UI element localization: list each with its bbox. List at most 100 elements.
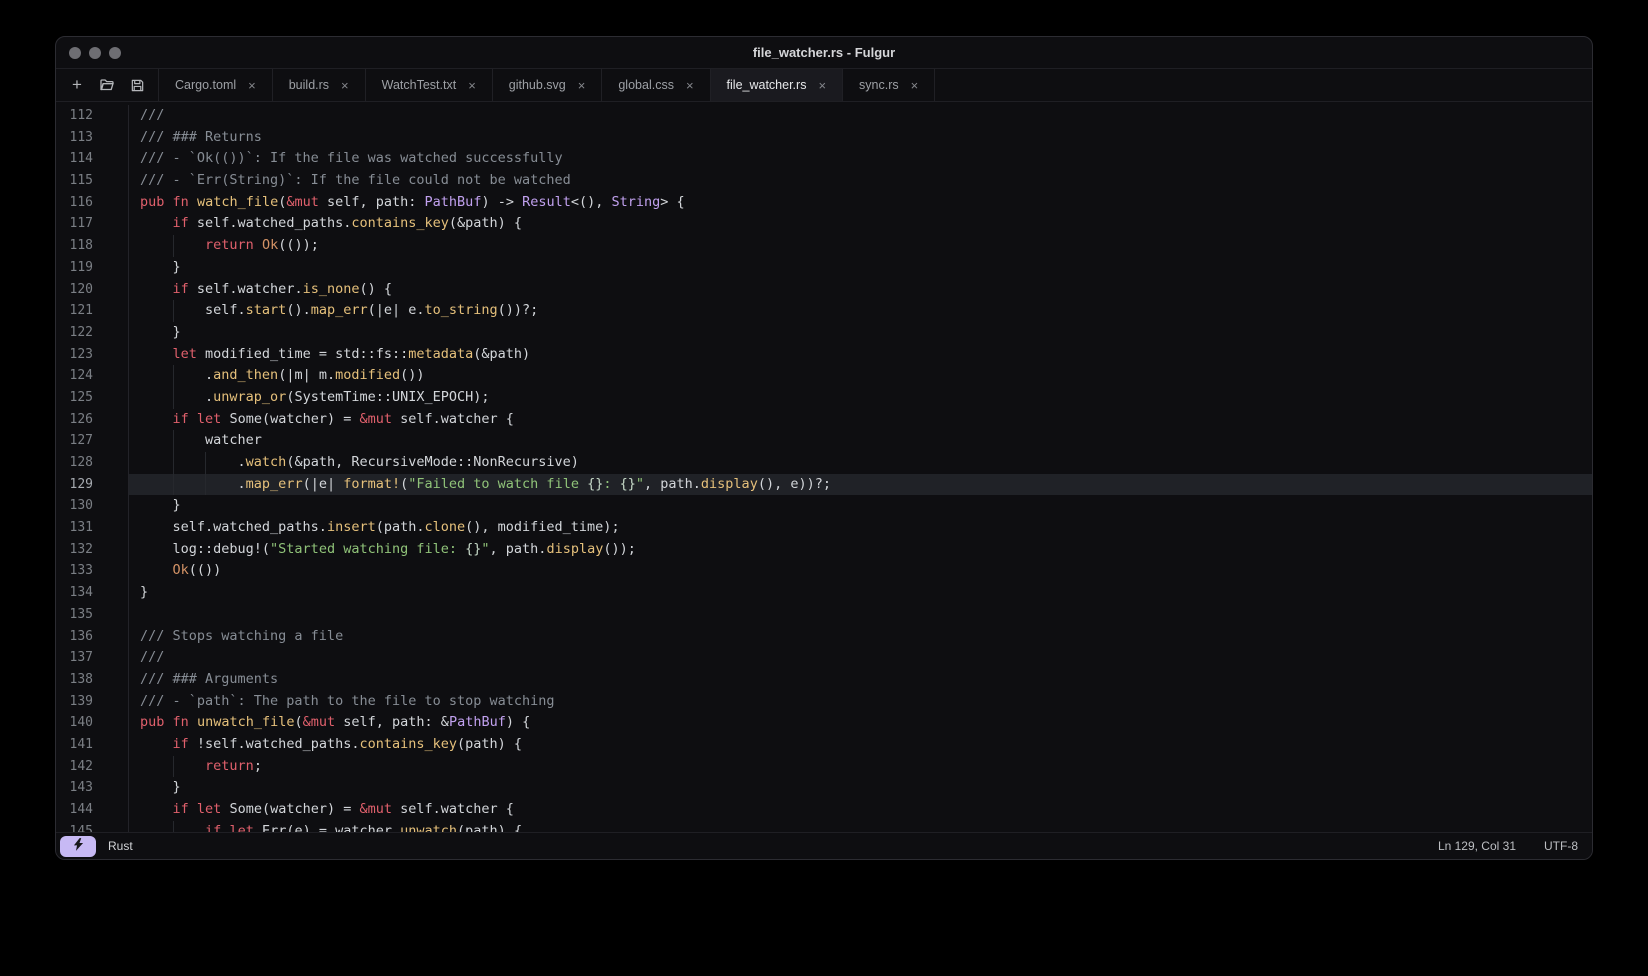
open-file-button[interactable] bbox=[92, 72, 122, 98]
code-text[interactable]: /// Stops watching a file bbox=[129, 626, 1592, 648]
line-number: 145 bbox=[56, 821, 129, 832]
code-line: 132 log::debug!("Started watching file: … bbox=[56, 539, 1592, 561]
tab-close-icon[interactable]: × bbox=[468, 79, 476, 92]
code-line: 127 watcher bbox=[56, 430, 1592, 452]
tab-global.css[interactable]: global.css × bbox=[601, 69, 709, 101]
code-text[interactable]: .map_err(|e| format!("Failed to watch fi… bbox=[129, 474, 1592, 496]
indent-guide bbox=[205, 452, 206, 474]
code-line: 131 self.watched_paths.insert(path.clone… bbox=[56, 517, 1592, 539]
line-number: 131 bbox=[56, 517, 129, 539]
indent-guide bbox=[173, 235, 174, 257]
line-number: 139 bbox=[56, 691, 129, 713]
tab-Cargo.toml[interactable]: Cargo.toml × bbox=[158, 69, 272, 101]
tab-sync.rs[interactable]: sync.rs × bbox=[842, 69, 935, 101]
line-number: 128 bbox=[56, 452, 129, 474]
line-number: 116 bbox=[56, 192, 129, 214]
tab-label: global.css bbox=[618, 78, 674, 92]
tab-WatchTest.txt[interactable]: WatchTest.txt× bbox=[365, 69, 492, 101]
tab-close-icon[interactable]: × bbox=[686, 79, 694, 92]
line-number: 127 bbox=[56, 430, 129, 452]
encoding-label: UTF-8 bbox=[1544, 839, 1578, 853]
indent-guide bbox=[173, 821, 174, 832]
code-text[interactable]: watcher bbox=[129, 430, 1592, 452]
indent-guide bbox=[173, 365, 174, 387]
code-text[interactable]: } bbox=[129, 257, 1592, 279]
save-icon bbox=[130, 78, 145, 93]
save-file-button[interactable] bbox=[122, 72, 152, 98]
code-text[interactable]: .unwrap_or(SystemTime::UNIX_EPOCH); bbox=[129, 387, 1592, 409]
code-line: 125 .unwrap_or(SystemTime::UNIX_EPOCH); bbox=[56, 387, 1592, 409]
tab-actions: + bbox=[56, 69, 158, 101]
code-text[interactable]: pub fn watch_file(&mut self, path: PathB… bbox=[129, 192, 1592, 214]
tab-label: sync.rs bbox=[859, 78, 899, 92]
code-text[interactable]: /// ### Arguments bbox=[129, 669, 1592, 691]
tab-build.rs[interactable]: build.rs× bbox=[272, 69, 365, 101]
tab-close-icon[interactable]: × bbox=[818, 79, 826, 92]
code-text[interactable]: .and_then(|m| m.modified()) bbox=[129, 365, 1592, 387]
code-line: 113/// ### Returns bbox=[56, 127, 1592, 149]
code-text[interactable]: self.watched_paths.insert(path.clone(), … bbox=[129, 517, 1592, 539]
tab-bar: + Cargo.tom bbox=[56, 69, 1592, 102]
indent-guide bbox=[173, 452, 174, 474]
code-line: 124 .and_then(|m| m.modified()) bbox=[56, 365, 1592, 387]
code-text[interactable]: /// - `Err(String)`: If the file could n… bbox=[129, 170, 1592, 192]
tab-github.svg[interactable]: github.svg × bbox=[492, 69, 602, 101]
code-text[interactable]: return; bbox=[129, 756, 1592, 778]
code-text[interactable]: if let Some(watcher) = &mut self.watcher… bbox=[129, 799, 1592, 821]
code-text[interactable]: if self.watcher.is_none() { bbox=[129, 279, 1592, 301]
code-text[interactable]: /// ### Returns bbox=[129, 127, 1592, 149]
code-line: 129 .map_err(|e| format!("Failed to watc… bbox=[56, 474, 1592, 496]
line-number: 118 bbox=[56, 235, 129, 257]
title-bar: file_watcher.rs - Fulgur bbox=[56, 37, 1592, 69]
code-text[interactable]: if let Err(e) = watcher.unwatch(path) { bbox=[129, 821, 1592, 832]
code-text[interactable]: } bbox=[129, 777, 1592, 799]
language-mode-button[interactable] bbox=[60, 836, 96, 857]
line-number: 133 bbox=[56, 560, 129, 582]
tab-close-icon[interactable]: × bbox=[578, 79, 586, 92]
tab-label: Cargo.toml bbox=[175, 78, 236, 92]
indent-guide bbox=[173, 756, 174, 778]
line-number: 129 bbox=[56, 474, 129, 496]
code-text[interactable]: Ok(()) bbox=[129, 560, 1592, 582]
line-number: 120 bbox=[56, 279, 129, 301]
code-text[interactable]: } bbox=[129, 495, 1592, 517]
code-editor[interactable]: 112///113/// ### Returns114/// - `Ok(())… bbox=[56, 102, 1592, 832]
new-tab-button[interactable]: + bbox=[62, 72, 92, 98]
code-text[interactable]: /// bbox=[129, 105, 1592, 127]
code-text[interactable]: pub fn unwatch_file(&mut self, path: &Pa… bbox=[129, 712, 1592, 734]
code-line: 136/// Stops watching a file bbox=[56, 626, 1592, 648]
code-text[interactable]: if !self.watched_paths.contains_key(path… bbox=[129, 734, 1592, 756]
tab-label: github.svg bbox=[509, 78, 566, 92]
code-line: 114/// - `Ok(())`: If the file was watch… bbox=[56, 148, 1592, 170]
tab-close-icon[interactable]: × bbox=[248, 79, 256, 92]
code-text[interactable]: } bbox=[129, 322, 1592, 344]
code-text[interactable]: self.start().map_err(|e| e.to_string())?… bbox=[129, 300, 1592, 322]
line-number: 112 bbox=[56, 105, 129, 127]
code-text[interactable]: .watch(&path, RecursiveMode::NonRecursiv… bbox=[129, 452, 1592, 474]
line-number: 140 bbox=[56, 712, 129, 734]
folder-icon bbox=[99, 77, 115, 93]
code-text[interactable] bbox=[129, 604, 1592, 626]
code-text[interactable]: if self.watched_paths.contains_key(&path… bbox=[129, 213, 1592, 235]
code-text[interactable]: log::debug!("Started watching file: {}",… bbox=[129, 539, 1592, 561]
code-line: 134} bbox=[56, 582, 1592, 604]
line-number: 113 bbox=[56, 127, 129, 149]
tab-list: Cargo.toml×build.rs×WatchTest.txt×github… bbox=[158, 69, 935, 101]
tab-file_watcher.rs[interactable]: file_watcher.rs× bbox=[710, 69, 843, 101]
code-line: 118 return Ok(()); bbox=[56, 235, 1592, 257]
code-text[interactable]: /// - `path`: The path to the file to st… bbox=[129, 691, 1592, 713]
code-text[interactable]: return Ok(()); bbox=[129, 235, 1592, 257]
line-number: 114 bbox=[56, 148, 129, 170]
code-line: 116pub fn watch_file(&mut self, path: Pa… bbox=[56, 192, 1592, 214]
editor-window: file_watcher.rs - Fulgur + bbox=[55, 36, 1593, 860]
code-text[interactable]: if let Some(watcher) = &mut self.watcher… bbox=[129, 409, 1592, 431]
tab-close-icon[interactable]: × bbox=[341, 79, 349, 92]
line-number: 125 bbox=[56, 387, 129, 409]
code-line: 133 Ok(()) bbox=[56, 560, 1592, 582]
tab-close-icon[interactable]: × bbox=[911, 79, 919, 92]
code-text[interactable]: /// - `Ok(())`: If the file was watched … bbox=[129, 148, 1592, 170]
code-line: 145 if let Err(e) = watcher.unwatch(path… bbox=[56, 821, 1592, 832]
code-text[interactable]: /// bbox=[129, 647, 1592, 669]
code-text[interactable]: } bbox=[129, 582, 1592, 604]
code-text[interactable]: let modified_time = std::fs::metadata(&p… bbox=[129, 344, 1592, 366]
